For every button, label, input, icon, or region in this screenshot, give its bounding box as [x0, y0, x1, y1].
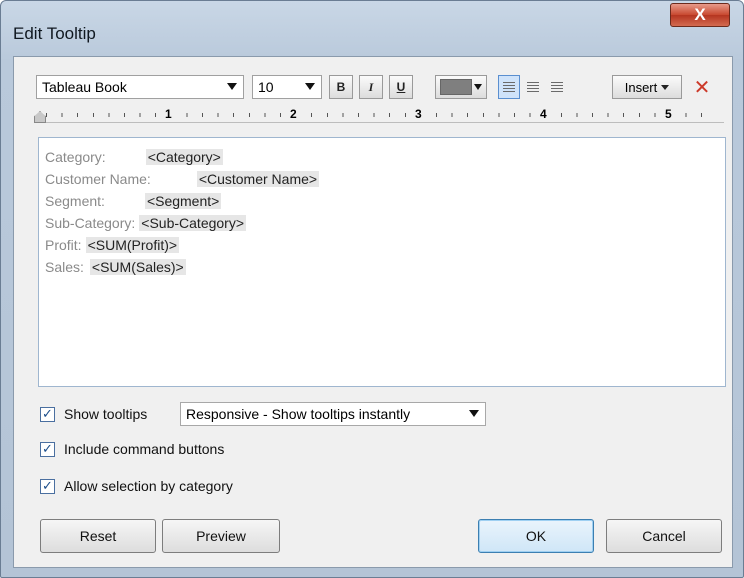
cancel-button[interactable]: Cancel: [606, 519, 722, 553]
ruler-mark: 3: [414, 107, 423, 121]
include-command-buttons-checkbox[interactable]: ✓: [40, 441, 55, 457]
editor-line: Sub-Category: <Sub-Category>: [45, 213, 247, 233]
allow-selection-option[interactable]: ✓ Allow selection by category: [40, 476, 233, 496]
allow-selection-checkbox[interactable]: ✓: [40, 478, 55, 494]
align-center-icon: [527, 81, 539, 93]
italic-button[interactable]: I: [359, 75, 383, 99]
tooltip-mode-select[interactable]: Responsive - Show tooltips instantly: [180, 402, 486, 426]
show-tooltips-checkbox[interactable]: ✓: [40, 406, 55, 422]
reset-button[interactable]: Reset: [40, 519, 156, 553]
edit-tooltip-dialog: Edit Tooltip X Tableau Book 10 B I U Ins…: [0, 0, 744, 578]
align-left-button[interactable]: [498, 75, 520, 99]
clear-formatting-button[interactable]: ✕: [690, 75, 714, 99]
text-color-button[interactable]: [435, 75, 487, 99]
editor-line: Category: <Category>: [45, 147, 223, 167]
field-token: <SUM(Sales)>: [89, 259, 186, 275]
field-token: <Customer Name>: [196, 171, 320, 187]
chevron-down-icon: [227, 83, 237, 90]
ruler-mark: 1: [164, 107, 173, 121]
insert-label: Insert: [624, 79, 658, 95]
font-size-value: 10: [258, 79, 274, 95]
chevron-down-icon: [305, 83, 315, 90]
font-family-select[interactable]: Tableau Book: [36, 75, 244, 99]
ruler-mark: 5: [664, 107, 673, 121]
preview-button[interactable]: Preview: [162, 519, 280, 553]
align-center-button[interactable]: [522, 75, 544, 99]
font-size-select[interactable]: 10: [252, 75, 322, 99]
show-tooltips-label: Show tooltips: [64, 406, 148, 422]
chevron-down-icon: [469, 410, 479, 417]
dialog-body: Tableau Book 10 B I U Insert ✕ 1 2 3 4 5…: [13, 56, 733, 568]
field-label: Segment:: [45, 193, 105, 209]
chevron-down-icon: [661, 84, 670, 90]
ok-button[interactable]: OK: [478, 519, 594, 553]
include-command-buttons-label: Include command buttons: [64, 441, 225, 457]
ruler: 1 2 3 4 5: [34, 107, 724, 123]
underline-button[interactable]: U: [389, 75, 413, 99]
editor-line: Customer Name: <Customer Name>: [45, 169, 320, 189]
field-token: <Sub-Category>: [139, 215, 247, 231]
include-command-buttons-option[interactable]: ✓ Include command buttons: [40, 439, 224, 459]
ruler-ticks: [46, 113, 716, 117]
text-color-swatch: [440, 79, 472, 95]
allow-selection-label: Allow selection by category: [64, 478, 233, 494]
align-right-icon: [551, 81, 563, 93]
indent-marker[interactable]: [34, 111, 46, 123]
field-label: Sales:: [45, 259, 84, 275]
field-token: <SUM(Profit)>: [85, 237, 180, 253]
ruler-mark: 4: [539, 107, 548, 121]
ruler-mark: 2: [289, 107, 298, 121]
dialog-title: Edit Tooltip: [13, 24, 96, 43]
align-left-icon: [503, 81, 515, 93]
editor-line: Sales: <SUM(Sales)>: [45, 257, 186, 277]
field-token: <Category>: [145, 149, 223, 165]
tooltip-mode-value: Responsive - Show tooltips instantly: [186, 406, 411, 422]
chevron-down-icon: [474, 84, 482, 90]
show-tooltips-option[interactable]: ✓ Show tooltips: [40, 404, 147, 424]
insert-menu-button[interactable]: Insert: [612, 75, 682, 99]
close-button[interactable]: X: [670, 3, 730, 27]
align-right-button[interactable]: [546, 75, 568, 99]
tooltip-editor[interactable]: Category: <Category> Customer Name: <Custo…: [38, 137, 726, 387]
field-label: Category:: [45, 149, 106, 165]
font-family-value: Tableau Book: [42, 79, 127, 95]
field-label: Profit:: [45, 237, 82, 253]
field-token: <Segment>: [144, 193, 222, 209]
editor-line: Profit: <SUM(Profit)>: [45, 235, 180, 255]
clear-x-icon: ✕: [693, 76, 711, 99]
field-label: Customer Name:: [45, 171, 151, 187]
title-bar[interactable]: Edit Tooltip X: [1, 1, 743, 43]
editor-line: Segment: <Segment>: [45, 191, 222, 211]
bold-button[interactable]: B: [329, 75, 353, 99]
field-label: Sub-Category:: [45, 215, 136, 231]
